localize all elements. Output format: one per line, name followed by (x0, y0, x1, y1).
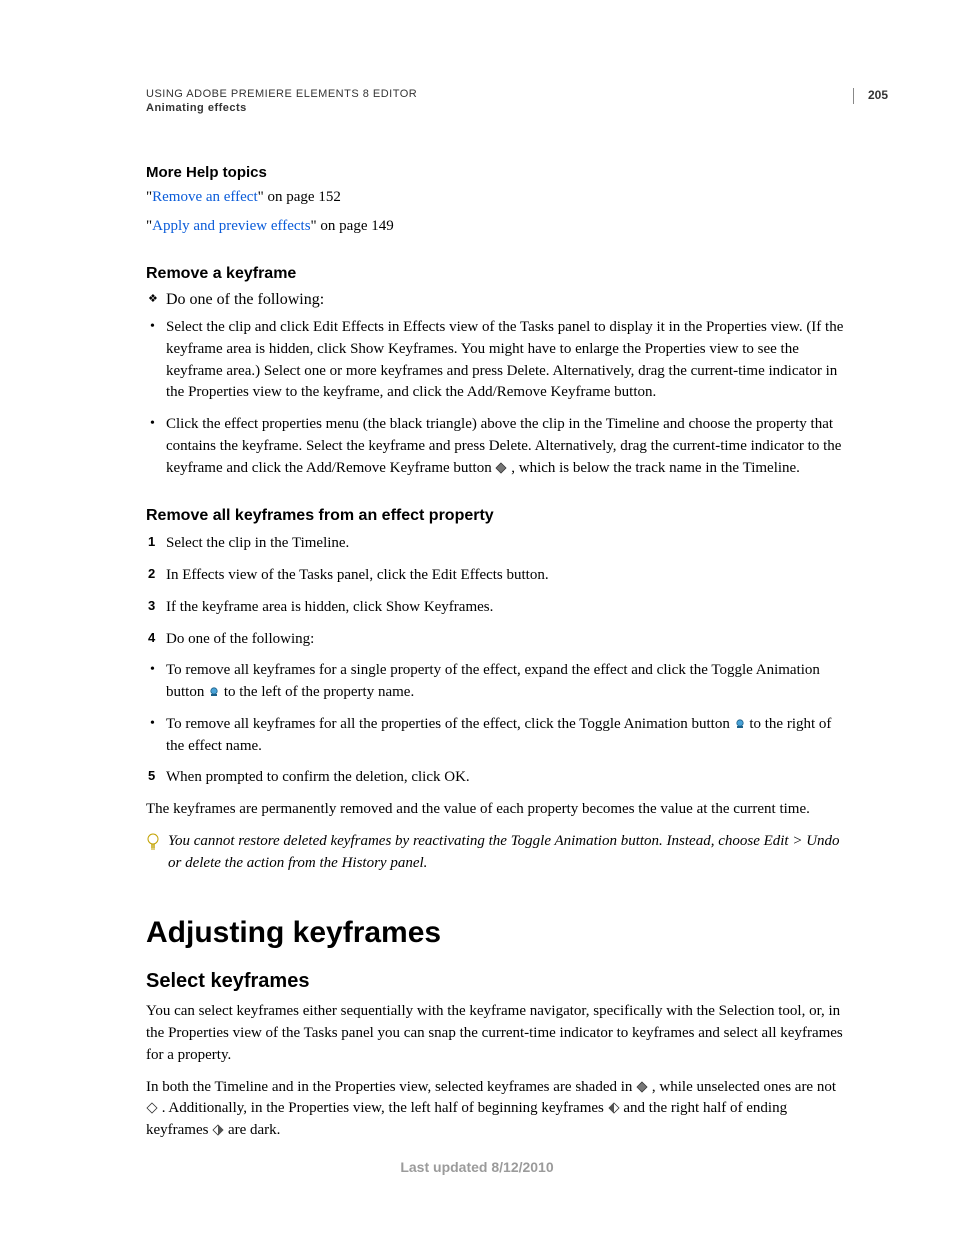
remove-all-heading: Remove all keyframes from an effect prop… (146, 507, 844, 525)
p2e: are dark. (228, 1122, 280, 1138)
subbullet-2: To remove all keyframes for all the prop… (166, 714, 844, 758)
keyframe-selected-icon (636, 1081, 648, 1093)
keyframe-diamond-icon (495, 462, 507, 474)
remove-keyframe-heading: Remove a keyframe (146, 265, 844, 283)
toggle-animation-icon (734, 718, 746, 730)
remove-kf-option-2: Click the effect properties menu (the bl… (166, 414, 844, 479)
keyframe-unselected-icon (146, 1102, 158, 1114)
p2c: . Additionally, in the Properties view, … (162, 1100, 608, 1116)
tip-note-text: You cannot restore deleted keyframes by … (168, 831, 844, 875)
p2b: , while unselected ones are not (652, 1079, 836, 1095)
remove-all-steps-cont: When prompted to confirm the deletion, c… (146, 767, 844, 789)
remove-all-steps: Select the clip in the Timeline. In Effe… (146, 533, 844, 650)
remove-all-subbullets: To remove all keyframes for a single pro… (146, 660, 844, 757)
more-help-heading: More Help topics (146, 164, 844, 181)
step-2: In Effects view of the Tasks panel, clic… (166, 565, 844, 587)
more-help-link-2: "Apply and preview effects" on page 149 (146, 216, 844, 237)
select-kf-p2: In both the Timeline and in the Properti… (146, 1077, 844, 1142)
subbullet-2a: To remove all keyframes for all the prop… (166, 716, 734, 732)
link2-after: " on page 149 (311, 218, 394, 234)
document-page: 205 USING ADOBE PREMIERE ELEMENTS 8 EDIT… (0, 0, 954, 1235)
lightbulb-icon (146, 833, 160, 853)
more-help-links: "Remove an effect" on page 152 "Apply an… (146, 187, 844, 237)
footer-last-updated: Last updated 8/12/2010 (0, 1159, 954, 1175)
step-5: When prompted to confirm the deletion, c… (166, 767, 844, 789)
header-section-title: Animating effects (146, 102, 844, 114)
step-3: If the keyframe area is hidden, click Sh… (166, 597, 844, 619)
subbullet-1: To remove all keyframes for a single pro… (166, 660, 844, 704)
keyframe-begin-icon (608, 1102, 620, 1114)
step-1: Select the clip in the Timeline. (166, 533, 844, 555)
select-kf-p1: You can select keyframes either sequenti… (146, 1001, 844, 1066)
p2a: In both the Timeline and in the Properti… (146, 1079, 636, 1095)
step-4: Do one of the following: (166, 629, 844, 651)
link-apply-preview-effects[interactable]: Apply and preview effects (152, 218, 310, 234)
tip-note: You cannot restore deleted keyframes by … (146, 831, 844, 875)
remove-kf-intro: Do one of the following: (166, 291, 844, 309)
remove-kf-option-2b: , which is below the track name in the T… (511, 460, 800, 476)
keyframe-end-icon (212, 1124, 224, 1136)
remove-all-after-para: The keyframes are permanently removed an… (146, 799, 844, 821)
running-header: USING ADOBE PREMIERE ELEMENTS 8 EDITOR A… (146, 88, 844, 114)
running-title: USING ADOBE PREMIERE ELEMENTS 8 EDITOR (146, 88, 844, 100)
subbullet-1b: to the left of the property name. (224, 684, 414, 700)
link1-after: " on page 152 (258, 189, 341, 205)
remove-kf-option-1: Select the clip and click Edit Effects i… (166, 317, 844, 404)
page-number: 205 (853, 88, 888, 104)
chapter-heading: Adjusting keyframes (146, 916, 844, 950)
toggle-animation-icon (208, 686, 220, 698)
topic-heading: Select keyframes (146, 970, 844, 993)
more-help-link-1: "Remove an effect" on page 152 (146, 187, 844, 208)
remove-kf-options: Select the clip and click Edit Effects i… (146, 317, 844, 479)
link-remove-effect[interactable]: Remove an effect (152, 189, 258, 205)
remove-kf-intro-list: Do one of the following: (146, 291, 844, 309)
